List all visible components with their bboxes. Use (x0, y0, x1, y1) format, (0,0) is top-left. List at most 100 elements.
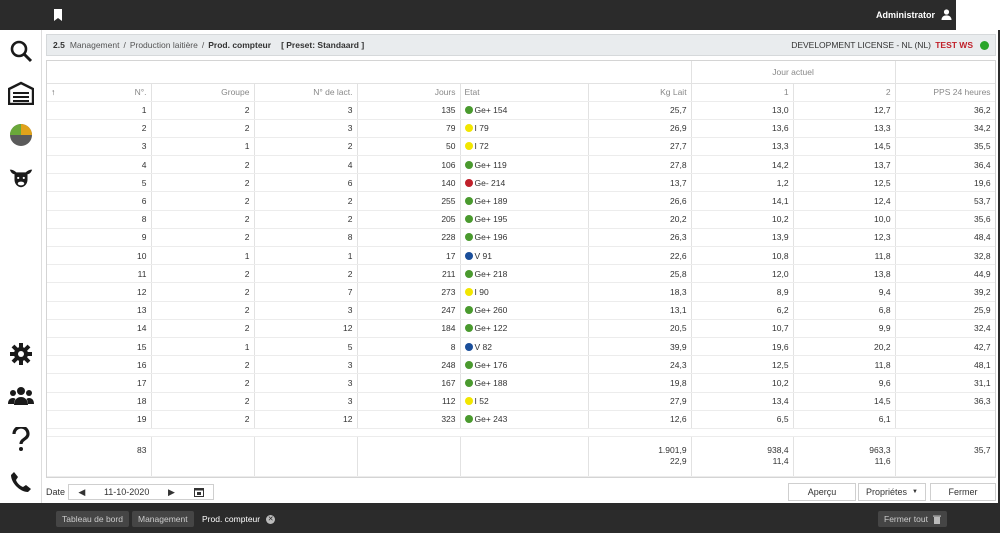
cell-traite-2: 9,6 (793, 373, 896, 393)
cell-jours: 323 (357, 410, 461, 429)
proprietes-button[interactable]: Propriétes ▼ (858, 483, 926, 501)
help-question-icon[interactable] (8, 426, 34, 452)
table-row[interactable]: 3 1 2 50 I 72 27,7 13,3 14,5 35,5 (47, 137, 995, 157)
cell-pps: 36,2 (895, 101, 995, 120)
date-prev-icon[interactable]: ◀ (78, 487, 85, 498)
cell-pps: 44,9 (895, 264, 995, 284)
breadcrumb-management[interactable]: Management (70, 40, 120, 50)
prod-table: Jour actuel ↑ N°. Groupe N° de lact. Jou… (47, 61, 995, 477)
cell-jours: 112 (357, 392, 461, 411)
date-value[interactable]: 11-10-2020 (104, 487, 149, 497)
table-row[interactable]: 4 2 4 106 Ge+ 119 27,8 14,2 13,7 36,4 (47, 155, 995, 175)
cell-lactation: 3 (254, 119, 358, 138)
status-dot-icon (464, 215, 473, 224)
table-row[interactable]: 1 2 3 135 Ge+ 154 25,7 13,0 12,7 36,2 (47, 101, 995, 120)
users-group-icon[interactable] (8, 383, 34, 409)
cell-traite-1: 10,2 (691, 210, 794, 229)
tab-tableau-de-bord[interactable]: Tableau de bord (56, 511, 129, 527)
table-row[interactable]: 17 2 3 167 Ge+ 188 19,8 10,2 9,6 31,1 (47, 373, 995, 393)
cow-icon[interactable] (8, 164, 34, 190)
settings-gear-icon[interactable] (8, 341, 34, 367)
table-row[interactable]: 19 2 12 323 Ge+ 243 12,6 6,5 6,1 (47, 410, 995, 429)
close-tab-icon[interactable]: ✕ (266, 514, 276, 524)
cell-traite-2: 6,8 (793, 301, 896, 320)
status-dot-icon (464, 142, 473, 151)
cell-lactation: 3 (254, 392, 358, 411)
column-header-pps[interactable]: PPS 24 heures (895, 83, 995, 102)
cell-traite-1: 14,2 (691, 155, 794, 175)
calendar-icon[interactable] (193, 487, 204, 497)
cell-kg-lait: 24,3 (588, 355, 692, 375)
table-row[interactable]: 8 2 2 205 Ge+ 195 20,2 10,2 10,0 35,6 (47, 210, 995, 229)
cell-pps: 42,7 (895, 337, 995, 357)
pie-chart-icon[interactable] (8, 122, 34, 148)
table-row[interactable]: 12 2 7 273 I 90 18,3 8,9 9,4 39,2 (47, 282, 995, 302)
cell-etat: Ge+ 189 (460, 191, 589, 211)
footer-pps: 35,7 (895, 435, 995, 477)
etat-label: Ge+ 154 (474, 105, 508, 116)
breadcrumb-production-laitiere[interactable]: Production laitière (130, 40, 198, 50)
cell-pps: 36,3 (895, 392, 995, 411)
date-picker[interactable]: ◀ 11-10-2020 ▶ (68, 484, 214, 500)
cell-lactation: 8 (254, 228, 358, 248)
cell-etat: Ge+ 119 (460, 155, 589, 175)
barn-icon[interactable] (8, 80, 34, 106)
cell-lactation: 2 (254, 137, 358, 157)
cell-lactation: 1 (254, 246, 358, 266)
tab-prod-compteur[interactable]: Prod. compteur ✕ (196, 511, 281, 527)
column-header-groupe[interactable]: Groupe (151, 83, 255, 102)
etat-label: V 82 (474, 341, 493, 352)
table-row[interactable]: 13 2 3 247 Ge+ 260 13,1 6,2 6,8 25,9 (47, 301, 995, 320)
table-row[interactable]: 6 2 2 255 Ge+ 189 26,6 14,1 12,4 53,7 (47, 191, 995, 211)
column-header-traite-1[interactable]: 1 (691, 83, 794, 102)
etat-label: I 90 (474, 286, 489, 297)
cell-traite-2: 10,0 (793, 210, 896, 229)
column-header-lactation[interactable]: N° de lact. (254, 83, 358, 102)
cell-kg-lait: 27,7 (588, 137, 692, 157)
column-header-kg-lait[interactable]: Kg Lait (588, 83, 692, 102)
table-row[interactable]: 11 2 2 211 Ge+ 218 25,8 12,0 13,8 44,9 (47, 264, 995, 284)
status-dot-icon (464, 415, 473, 424)
date-next-icon[interactable]: ▶ (168, 487, 175, 498)
close-all-button[interactable]: Fermer tout (878, 511, 947, 527)
table-row[interactable]: 5 2 6 140 Ge- 214 13,7 1,2 12,5 19,6 (47, 173, 995, 193)
cell-jours: 79 (357, 119, 461, 138)
sort-arrow-icon[interactable]: ↑ (51, 87, 55, 97)
cell-etat: I 52 (460, 392, 589, 411)
cell-etat: Ge+ 122 (460, 319, 589, 338)
cell-pps: 35,6 (895, 210, 995, 229)
column-header-number[interactable]: ↑ N°. (47, 83, 152, 102)
column-header-jours[interactable]: Jours (357, 83, 461, 102)
cell-number: 19 (47, 410, 152, 429)
cell-pps: 35,5 (895, 137, 995, 157)
search-icon[interactable] (8, 38, 34, 64)
cell-pps: 34,2 (895, 119, 995, 138)
table-row[interactable]: 14 2 12 184 Ge+ 122 20,5 10,7 9,9 32,4 (47, 319, 995, 338)
apercu-button[interactable]: Aperçu (788, 483, 856, 501)
cell-traite-1: 13,4 (691, 392, 794, 411)
data-grid: Jour actuel ↑ N°. Groupe N° de lact. Jou… (46, 60, 996, 478)
cell-traite-1: 10,8 (691, 246, 794, 266)
table-row[interactable]: 9 2 8 228 Ge+ 196 26,3 13,9 12,3 48,4 (47, 228, 995, 248)
cell-traite-1: 13,3 (691, 137, 794, 157)
table-row[interactable]: 16 2 3 248 Ge+ 176 24,3 12,5 11,8 48,1 (47, 355, 995, 375)
cell-number: 6 (47, 191, 152, 211)
tab-bar: Tableau de bord Management Prod. compteu… (0, 503, 1000, 533)
table-row[interactable]: 18 2 3 112 I 52 27,9 13,4 14,5 36,3 (47, 392, 995, 411)
table-row[interactable]: 2 2 3 79 I 79 26,9 13,6 13,3 34,2 (47, 119, 995, 138)
column-header-etat[interactable]: Etat (460, 83, 589, 102)
status-dot-icon (464, 342, 473, 351)
table-row[interactable]: 10 1 1 17 V 91 22,6 10,8 11,8 32,8 (47, 246, 995, 266)
column-header-traite-2[interactable]: 2 (793, 83, 896, 102)
user-menu[interactable]: Administrator (876, 9, 952, 20)
fermer-button[interactable]: Fermer (930, 483, 996, 501)
status-dot-icon (464, 106, 473, 115)
table-row[interactable]: 15 1 5 8 V 82 39,9 19,6 20,2 42,7 (47, 337, 995, 357)
footer-empty (151, 435, 255, 477)
cell-jours: 273 (357, 282, 461, 302)
cell-traite-1: 6,2 (691, 301, 794, 320)
phone-icon[interactable] (8, 469, 34, 495)
tab-management[interactable]: Management (132, 511, 194, 527)
cell-kg-lait: 26,9 (588, 119, 692, 138)
bookmark-icon[interactable] (53, 9, 63, 21)
